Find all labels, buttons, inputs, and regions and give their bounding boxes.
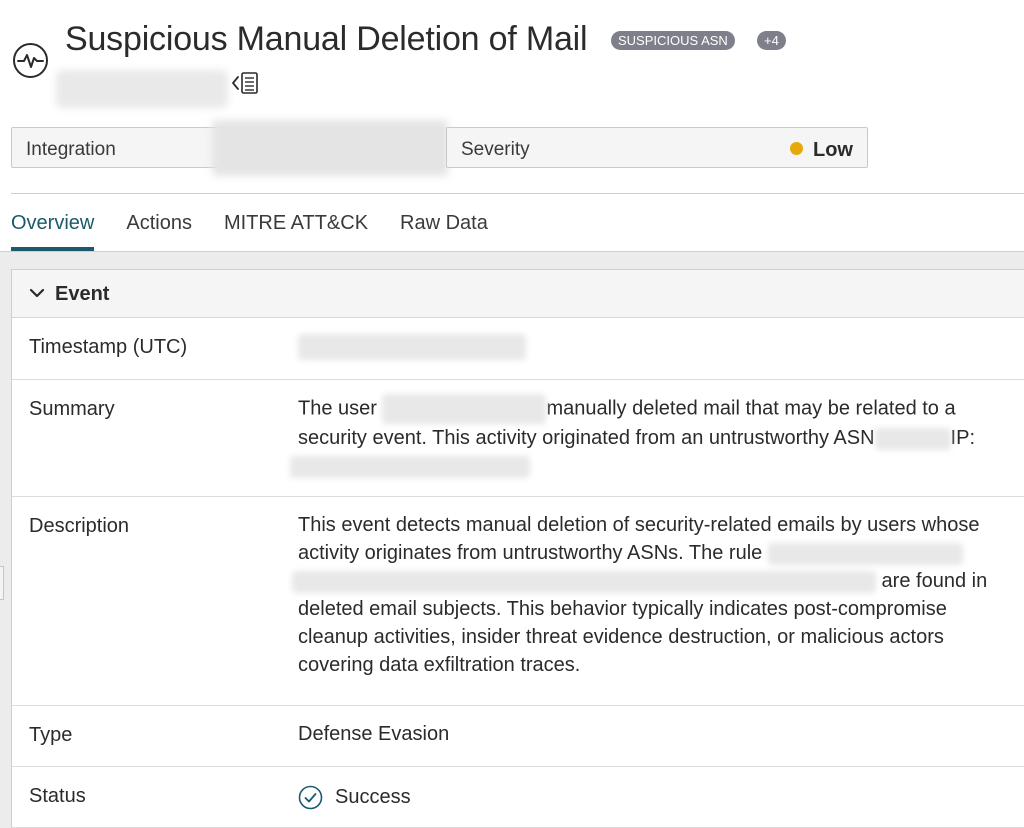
tab-bar: Overview Actions MITRE ATT&CK Raw Data <box>11 212 520 252</box>
description-label: Description <box>29 515 130 537</box>
description-row: Description This event detects manual de… <box>12 497 1024 706</box>
integration-label: Integration <box>26 139 116 160</box>
redacted-timestamp <box>298 333 526 360</box>
tag-badge[interactable]: SUSPICIOUS ASN <box>611 31 735 50</box>
side-panel-handle[interactable] <box>0 566 4 600</box>
redacted-rule-detail-2 <box>292 570 876 593</box>
timestamp-row: Timestamp (UTC) <box>12 318 1024 380</box>
summary-label: Summary <box>29 398 115 420</box>
divider <box>11 193 1024 194</box>
integration-field: Integration <box>11 120 448 176</box>
redacted-ip <box>290 455 530 478</box>
tab-mitre-attack[interactable]: MITRE ATT&CK <box>224 212 368 252</box>
tab-raw-data[interactable]: Raw Data <box>400 212 488 252</box>
timestamp-label: Timestamp (UTC) <box>29 336 188 358</box>
status-text: Success <box>335 786 411 808</box>
timestamp-value <box>298 332 1019 360</box>
event-section-title: Event <box>55 283 110 305</box>
redacted-integration-value <box>212 120 448 176</box>
severity-dot-icon <box>790 142 803 155</box>
type-value: Defense Evasion <box>298 723 450 745</box>
more-tags-badge[interactable]: +4 <box>757 31 786 50</box>
tab-overview[interactable]: Overview <box>11 212 95 252</box>
description-value: This event detects manual deletion of se… <box>292 511 1019 679</box>
summary-row: Summary The user manually deleted mail t… <box>12 380 1024 497</box>
toggle-details-button[interactable] <box>230 70 262 96</box>
activity-pulse-icon <box>12 42 49 79</box>
event-section-header[interactable]: Event <box>12 270 1024 318</box>
severity-label: Severity <box>461 139 530 160</box>
chevron-down-icon <box>29 288 45 298</box>
status-row: Status Success <box>12 767 1024 828</box>
collapse-list-icon <box>232 72 258 94</box>
severity-field: Severity Low <box>446 127 868 168</box>
redacted-username <box>382 394 547 424</box>
type-label: Type <box>29 724 73 746</box>
type-row: Type Defense Evasion <box>12 706 1024 767</box>
redacted-rule-detail <box>767 542 963 565</box>
tab-actions[interactable]: Actions <box>126 212 192 252</box>
summary-value: The user manually deleted mail that may … <box>290 394 1019 480</box>
summary-text-3: IP: <box>950 427 975 449</box>
severity-value: Low <box>813 139 853 161</box>
redacted-subtitle <box>56 70 228 108</box>
event-panel: Event Timestamp (UTC) Summary The user m… <box>11 269 1024 828</box>
status-value: Success <box>298 783 1019 811</box>
page-title: Suspicious Manual Deletion of Mail <box>65 20 588 58</box>
redacted-asn <box>874 427 951 450</box>
summary-text-1: The user <box>298 397 383 420</box>
check-circle-icon <box>298 785 323 809</box>
status-label: Status <box>29 785 86 807</box>
